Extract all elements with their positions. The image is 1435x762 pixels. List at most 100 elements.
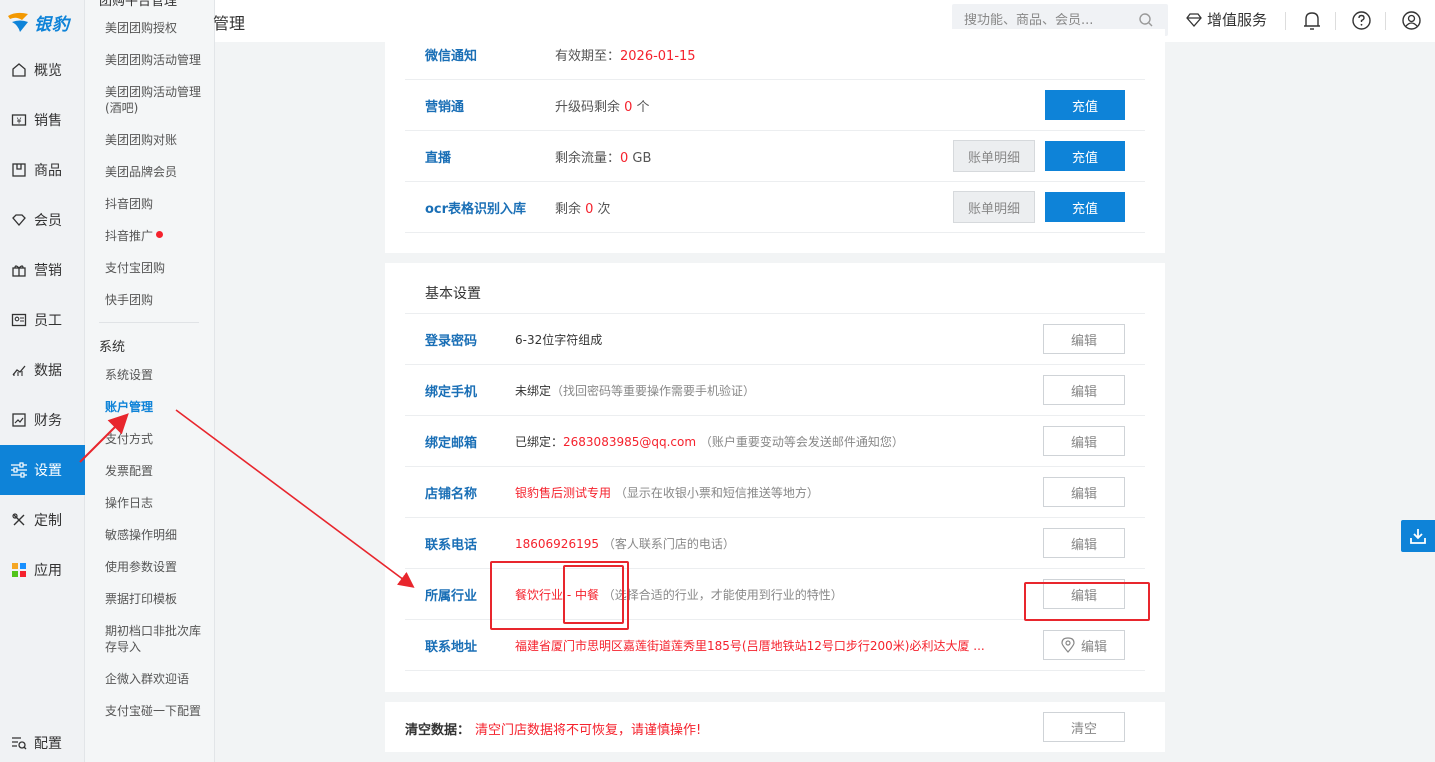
subnav-item[interactable]: 使用参数设置 [105,559,210,575]
subnav-item[interactable]: 支付宝团购 [105,260,210,276]
nav-label: 定制 [34,513,62,529]
nav-label: 营销 [34,263,62,279]
recharge-button[interactable]: 充值 [1045,141,1125,171]
nav-item-marketing[interactable]: 营销 [0,245,85,295]
config-icon [10,734,28,752]
secondary-sidebar: 团购平台管理 美团团购授权 美团团购活动管理 美团团购活动管理(酒吧) 美团团购… [85,0,215,762]
logo-icon [8,12,28,32]
service-name: 营销通 [425,99,465,115]
nav-label: 应用 [34,563,62,579]
vip-label: 增值服务 [1207,11,1268,29]
bill-detail-button[interactable]: 账单明细 [953,140,1035,172]
marketing-icon [10,261,28,279]
nav-label: 财务 [34,413,62,429]
clear-data-warning: 清空门店数据将不可恢复，请谨慎操作! [475,723,702,738]
nav-item-data[interactable]: 数据 [0,345,85,395]
settings-icon [10,461,28,479]
subnav-item[interactable]: 发票配置 [105,463,210,479]
home-icon [10,61,28,79]
search-input[interactable] [964,12,1134,28]
setting-value: 福建省厦门市思明区嘉莲街道莲秀里185号(吕厝地铁站12号口步行200米)必利达… [515,638,985,653]
subnav-item[interactable]: 系统设置 [105,367,210,383]
nav-label: 概览 [34,63,62,79]
sales-icon: ¥ [10,111,28,129]
nav-item-config[interactable]: 配置 [0,718,85,762]
nav-item-products[interactable]: 商品 [0,145,85,195]
download-float-button[interactable] [1401,520,1435,552]
member-icon [10,211,28,229]
nav-item-staff[interactable]: 员工 [0,295,85,345]
clear-data-card: 清空数据： 清空门店数据将不可恢复，请谨慎操作! 清空 [385,702,1165,752]
subnav-item-account[interactable]: 账户管理 [105,399,210,415]
svg-text:¥: ¥ [16,117,21,126]
help-icon[interactable] [1351,10,1372,31]
nav-label: 数据 [34,363,62,379]
divider [1335,12,1336,30]
subnav-item[interactable]: 快手团购 [105,292,210,308]
product-icon [10,161,28,179]
subnav-item[interactable]: 期初档口非批次库存导入 [105,623,210,655]
bill-detail-button[interactable]: 账单明细 [953,191,1035,223]
setting-label: 联系电话 [425,537,478,553]
vip-services-button[interactable]: 增值服务 [1185,9,1267,30]
search-icon[interactable] [1138,12,1154,28]
edit-button[interactable]: 编辑 [1043,375,1125,405]
nav-label: 销售 [34,113,62,129]
divider [1385,12,1386,30]
setting-label: 所属行业 [425,588,478,604]
subnav-item[interactable]: 敏感操作明细 [105,527,210,543]
setting-label: 绑定手机 [425,384,478,400]
nav-item-members[interactable]: 会员 [0,195,85,245]
nav-item-finance[interactable]: 财务 [0,395,85,445]
recharge-button[interactable]: 充值 [1045,192,1125,222]
setting-row-email: 绑定邮箱 已绑定：2683083985@qq.com （账户重要变动等会发送邮件… [405,416,1145,467]
setting-label: 绑定邮箱 [425,435,478,451]
nav-item-apps[interactable]: 应用 [0,545,85,595]
service-status: 有效期至：2026-01-15 [555,48,696,64]
edit-button[interactable]: 编辑 [1043,477,1125,507]
subnav-item[interactable]: 操作日志 [105,495,210,511]
clear-button[interactable]: 清空 [1043,712,1125,742]
edit-button[interactable]: 编辑 [1043,324,1125,354]
location-pin-icon [1061,637,1075,653]
subnav-item-douyin-promo[interactable]: 抖音推广 [105,228,210,244]
setting-row-store-name: 店铺名称 银豹售后测试专用 （显示在收银小票和短信推送等地方） 编辑 [405,467,1145,518]
subnav-item[interactable]: 美团团购活动管理 [105,52,210,68]
setting-row-password: 登录密码 6-32位字符组成 编辑 [405,314,1145,365]
subnav-item[interactable]: 抖音团购 [105,196,210,212]
edit-address-button[interactable]: 编辑 [1043,630,1125,660]
edit-button[interactable]: 编辑 [1043,528,1125,558]
service-name: 微信通知 [425,48,478,64]
subnav-item[interactable]: 票据打印模板 [105,591,210,607]
service-status: 剩余 0 次 [555,201,611,217]
nav-item-sales[interactable]: ¥ 销售 [0,95,85,145]
nav-label: 配置 [34,736,62,752]
nav-item-custom[interactable]: 定制 [0,495,85,545]
recharge-button[interactable]: 充值 [1045,90,1125,120]
custom-icon [10,511,28,529]
annotation-box [1024,582,1150,621]
edit-button[interactable]: 编辑 [1043,426,1125,456]
subnav-item[interactable]: 企微入群欢迎语 [105,671,210,687]
setting-value: 已绑定：2683083985@qq.com （账户重要变动等会发送邮件通知您） [515,434,904,449]
setting-label: 店铺名称 [425,486,478,502]
brand-logo[interactable]: 银豹 [6,8,86,36]
subnav-item[interactable]: 支付宝碰一下配置 [105,703,210,719]
setting-value: 银豹售后测试专用 （显示在收银小票和短信推送等地方） [515,485,819,500]
clear-data-label: 清空数据： [405,723,471,738]
services-card: 微信通知 有效期至：2026-01-15 营销通 升级码剩余 0 个 充值 直播… [385,29,1165,253]
subnav-item[interactable]: 支付方式 [105,431,210,447]
bell-icon[interactable] [1302,10,1322,32]
nav-item-overview[interactable]: 概览 [0,45,85,95]
edit-label: 编辑 [1080,639,1107,655]
setting-value: 6-32位字符组成 [515,332,603,347]
nav-item-settings[interactable]: 设置 [0,445,85,495]
subnav-item[interactable]: 美团团购活动管理(酒吧) [105,84,210,116]
subnav-item[interactable]: 美团团购授权 [105,20,210,36]
subnav-item[interactable]: 美团品牌会员 [105,164,210,180]
service-status: 升级码剩余 0 个 [555,99,650,115]
setting-label: 联系地址 [425,639,478,655]
user-avatar-icon[interactable] [1401,10,1422,31]
setting-value: 18606926195 （客人联系门店的电话） [515,536,735,551]
subnav-item[interactable]: 美团团购对账 [105,132,210,148]
